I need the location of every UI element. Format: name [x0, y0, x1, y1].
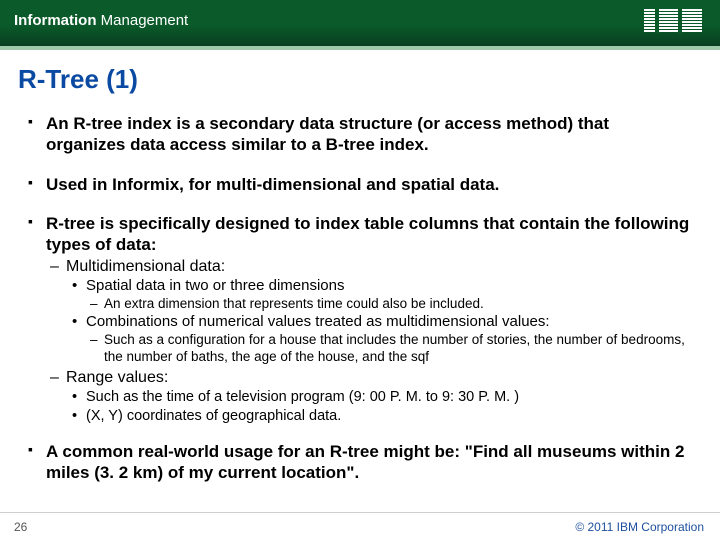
- brand-light: Management: [101, 12, 189, 29]
- bullet-l2: Range values:: [50, 368, 692, 388]
- bullet-l3: Combinations of numerical values treated…: [72, 313, 692, 332]
- bullet-l1: An R-tree index is a secondary data stru…: [28, 113, 692, 156]
- bullet-l4: Such as a configuration for a house that…: [90, 332, 692, 366]
- slide-footer: 26 © 2011 IBM Corporation: [0, 512, 720, 540]
- bullet-l1: Used in Informix, for multi-dimensional …: [28, 174, 692, 195]
- ibm-logo-icon: [644, 9, 702, 38]
- bullet-l3: Spatial data in two or three dimensions: [72, 277, 692, 296]
- copyright-text: © 2011 IBM Corporation: [575, 520, 704, 534]
- header-brand: Information Management: [14, 12, 188, 29]
- slide: Information Management: [0, 0, 720, 540]
- bullet-l1: A common real-world usage for an R-tree …: [28, 441, 692, 484]
- bullet-l3: (X, Y) coordinates of geographical data.: [72, 407, 692, 425]
- bullet-l2: Multidimensional data:: [50, 257, 692, 277]
- slide-header: Information Management: [0, 0, 720, 46]
- bullet-l3: Such as the time of a television program…: [72, 388, 692, 406]
- bullet-l1: R-tree is specifically designed to index…: [28, 213, 692, 256]
- page-number: 26: [14, 520, 27, 534]
- slide-content: An R-tree index is a secondary data stru…: [0, 113, 720, 483]
- slide-title: R-Tree (1): [0, 50, 720, 105]
- bullet-l4: An extra dimension that represents time …: [90, 296, 692, 313]
- brand-bold: Information: [14, 12, 97, 29]
- footer-divider: [0, 512, 720, 513]
